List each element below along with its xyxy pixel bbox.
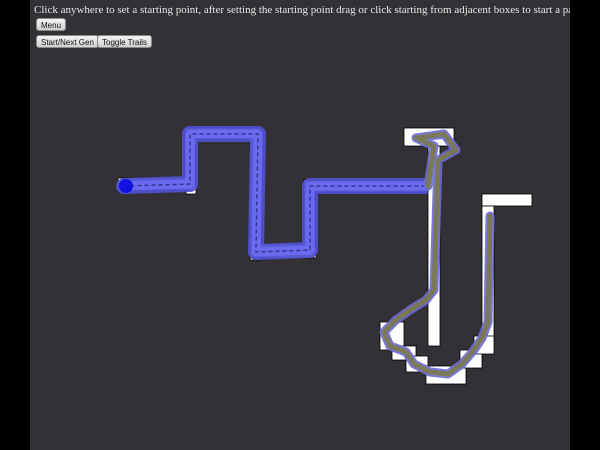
path-canvas[interactable]: [30, 0, 570, 450]
simulation-stage[interactable]: Click anywhere to set a starting point, …: [30, 0, 570, 450]
start-point: [119, 179, 133, 193]
path-cells-right: [379, 127, 533, 385]
blue-trail: [116, 126, 436, 260]
